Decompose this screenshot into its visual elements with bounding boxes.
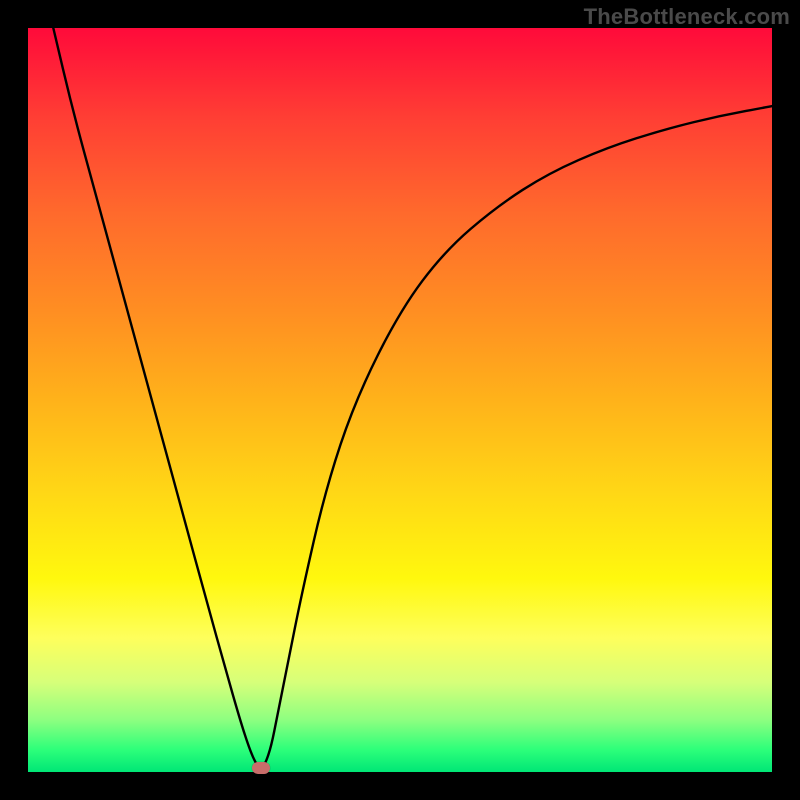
- min-marker: [252, 762, 270, 774]
- plot-area: [28, 28, 772, 772]
- chart-frame: TheBottleneck.com: [0, 0, 800, 800]
- watermark-text: TheBottleneck.com: [584, 4, 790, 30]
